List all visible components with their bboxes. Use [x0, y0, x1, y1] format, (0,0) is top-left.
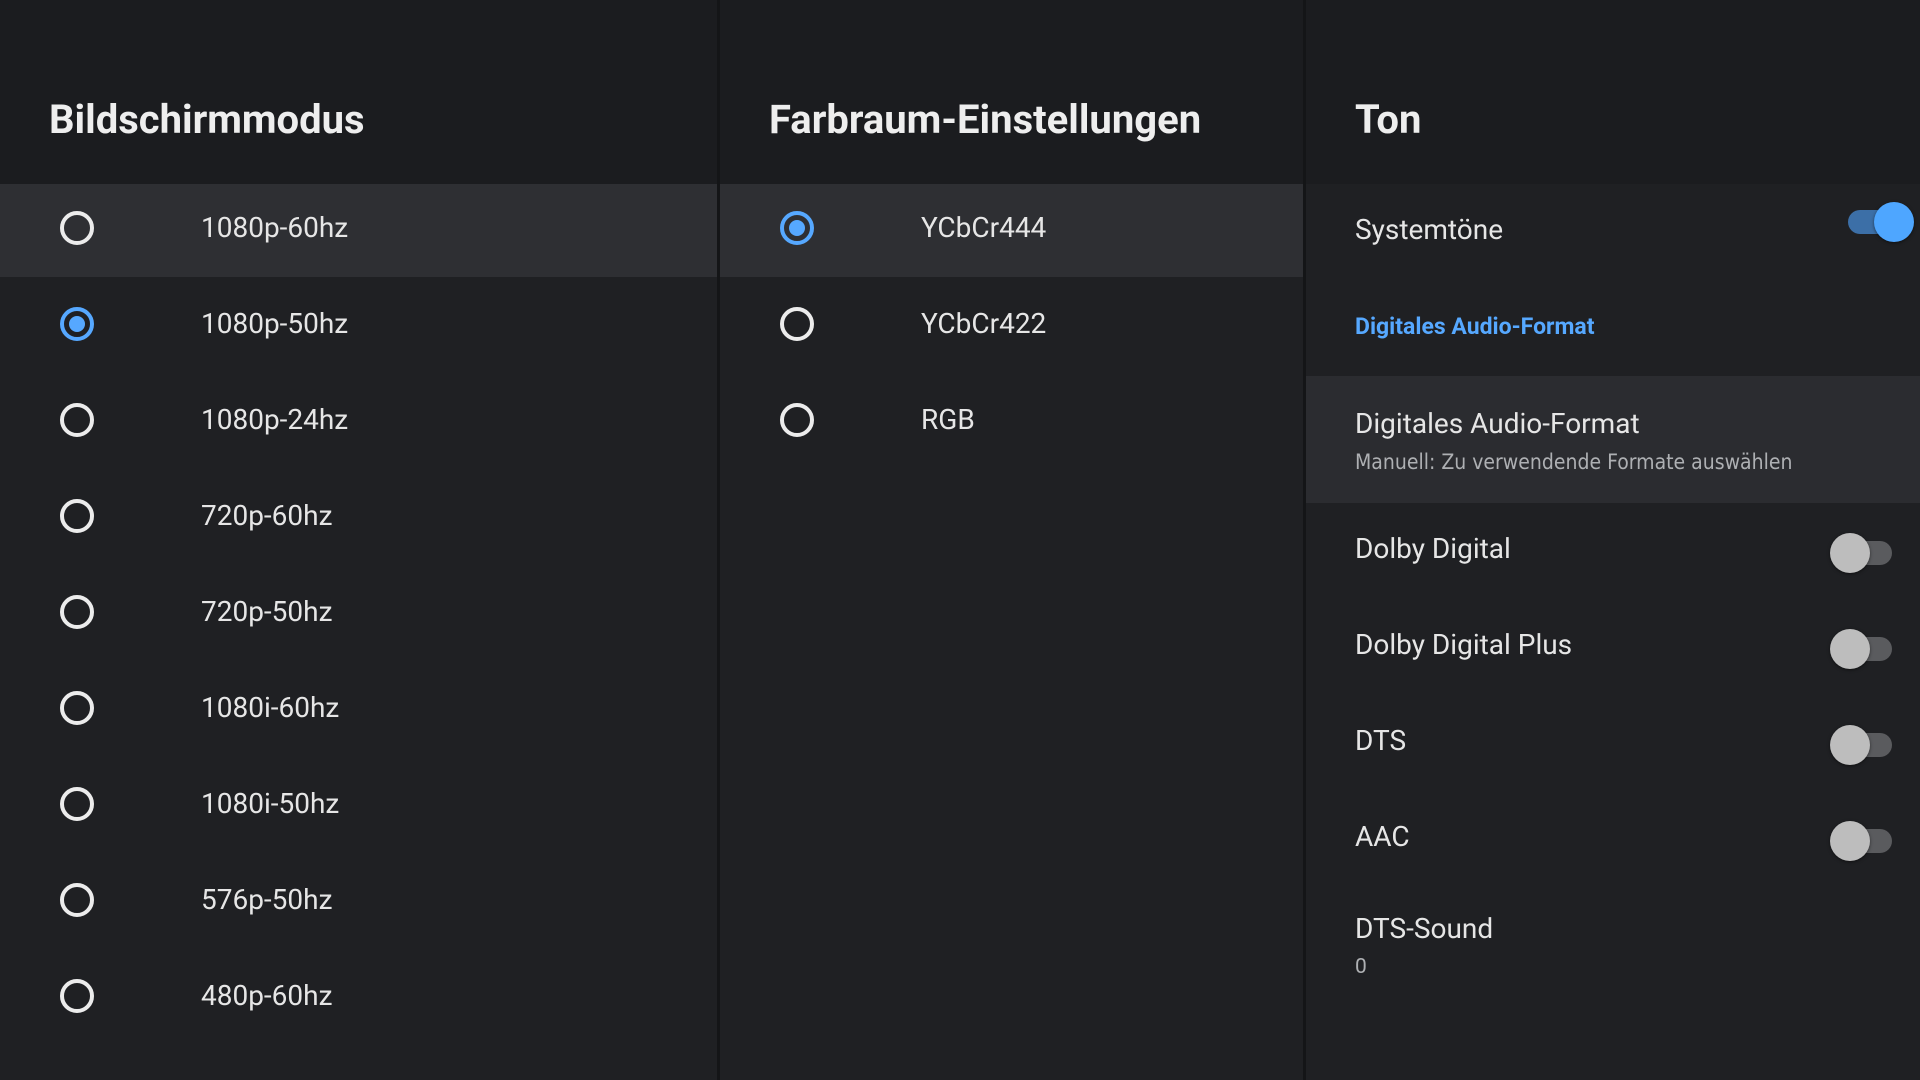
toggle-knob — [1830, 725, 1870, 765]
sound-title: Ton — [1355, 96, 1422, 143]
color-space-option-label: RGB — [921, 403, 975, 436]
dts-sound-setting[interactable]: DTS-Sound 0 — [1306, 887, 1920, 1014]
toggle-knob — [1874, 202, 1914, 242]
color-space-header: Farbraum-Einstellungen — [720, 0, 1303, 184]
toggle-knob — [1830, 821, 1870, 861]
toggle-knob — [1830, 533, 1870, 573]
display-mode-option[interactable]: 480p-60hz — [0, 952, 717, 1048]
audio-format-row[interactable]: Dolby Digital — [1306, 503, 1920, 599]
audio-format-section-label: Digitales Audio-Format — [1355, 313, 1595, 340]
radio-button-icon[interactable] — [60, 403, 94, 437]
color-space-list: YCbCr444 YCbCr422 RGB — [720, 184, 1303, 472]
radio-button-icon[interactable] — [60, 595, 94, 629]
sound-header: Ton — [1306, 0, 1920, 184]
toggle-knob — [1830, 629, 1870, 669]
display-mode-option[interactable]: 720p-60hz — [0, 472, 717, 568]
radio-button-icon[interactable] — [60, 691, 94, 725]
display-mode-option[interactable]: 1080p-60hz — [0, 184, 717, 277]
color-space-option[interactable]: YCbCr422 — [720, 280, 1303, 376]
display-mode-header: Bildschirmmodus — [0, 0, 717, 184]
display-mode-option[interactable]: 720p-50hz — [0, 568, 717, 664]
radio-button-icon[interactable] — [780, 211, 814, 245]
audio-format-toggle[interactable] — [1830, 725, 1892, 765]
audio-format-label: Dolby Digital — [1355, 532, 1511, 565]
settings-screen: Bildschirmmodus 1080p-60hz 1080p-50hz 10… — [0, 0, 1920, 1080]
display-mode-option[interactable]: 1080i-60hz — [0, 664, 717, 760]
display-mode-option[interactable]: 1080p-24hz — [0, 376, 717, 472]
color-space-title: Farbraum-Einstellungen — [769, 96, 1202, 143]
display-mode-option-label: 1080p-60hz — [201, 211, 349, 244]
audio-format-row[interactable]: DTS — [1306, 695, 1920, 791]
display-mode-option-label: 1080i-60hz — [201, 691, 340, 724]
display-mode-option-label: 720p-60hz — [201, 499, 333, 532]
display-mode-list: 1080p-60hz 1080p-50hz 1080p-24hz 720p-60… — [0, 184, 717, 1048]
system-sounds-toggle[interactable] — [1848, 202, 1914, 242]
dts-sound-title: DTS-Sound — [1355, 912, 1494, 945]
color-space-panel: Farbraum-Einstellungen YCbCr444 YCbCr422… — [720, 0, 1303, 1080]
system-sounds-row[interactable]: Systemtöne — [1306, 184, 1920, 280]
audio-format-title: Digitales Audio-Format — [1355, 407, 1640, 440]
display-mode-title: Bildschirmmodus — [49, 96, 365, 143]
display-mode-option-label: 1080i-50hz — [201, 787, 340, 820]
dts-sound-value: 0 — [1355, 955, 1367, 979]
display-mode-option[interactable]: 1080p-50hz — [0, 280, 717, 376]
display-mode-option-label: 720p-50hz — [201, 595, 333, 628]
display-mode-option-label: 576p-50hz — [201, 883, 333, 916]
radio-button-icon[interactable] — [780, 307, 814, 341]
audio-format-list: Dolby Digital Dolby Digital Plus DTS AAC — [1306, 503, 1920, 887]
audio-format-toggle[interactable] — [1830, 629, 1892, 669]
audio-format-summary: Manuell: Zu verwendende Formate auswähle… — [1355, 450, 1793, 474]
display-mode-panel: Bildschirmmodus 1080p-60hz 1080p-50hz 10… — [0, 0, 717, 1080]
sound-panel: Ton Systemtöne Digitales Audio-Format Di… — [1306, 0, 1920, 1080]
audio-format-label: AAC — [1355, 820, 1410, 853]
radio-button-icon[interactable] — [60, 211, 94, 245]
audio-format-row[interactable]: Dolby Digital Plus — [1306, 599, 1920, 695]
color-space-option-label: YCbCr422 — [921, 307, 1047, 340]
radio-button-icon[interactable] — [60, 787, 94, 821]
display-mode-option[interactable]: 1080i-50hz — [0, 760, 717, 856]
display-mode-option-label: 1080p-24hz — [201, 403, 349, 436]
radio-button-icon[interactable] — [60, 979, 94, 1013]
radio-button-icon[interactable] — [60, 307, 94, 341]
radio-button-icon[interactable] — [60, 499, 94, 533]
color-space-option[interactable]: RGB — [720, 376, 1303, 472]
radio-button-icon[interactable] — [60, 883, 94, 917]
color-space-option[interactable]: YCbCr444 — [720, 184, 1303, 277]
system-sounds-label: Systemtöne — [1355, 213, 1504, 246]
audio-format-label: DTS — [1355, 724, 1407, 757]
audio-format-section-header: Digitales Audio-Format — [1306, 280, 1920, 376]
display-mode-option-label: 1080p-50hz — [201, 307, 349, 340]
audio-format-selector[interactable]: Digitales Audio-Format Manuell: Zu verwe… — [1306, 376, 1920, 503]
audio-format-row[interactable]: AAC — [1306, 791, 1920, 887]
display-mode-option[interactable]: 576p-50hz — [0, 856, 717, 952]
radio-button-icon[interactable] — [780, 403, 814, 437]
display-mode-option-label: 480p-60hz — [201, 979, 333, 1012]
color-space-option-label: YCbCr444 — [921, 211, 1047, 244]
audio-format-toggle[interactable] — [1830, 533, 1892, 573]
audio-format-label: Dolby Digital Plus — [1355, 628, 1573, 661]
audio-format-toggle[interactable] — [1830, 821, 1892, 861]
